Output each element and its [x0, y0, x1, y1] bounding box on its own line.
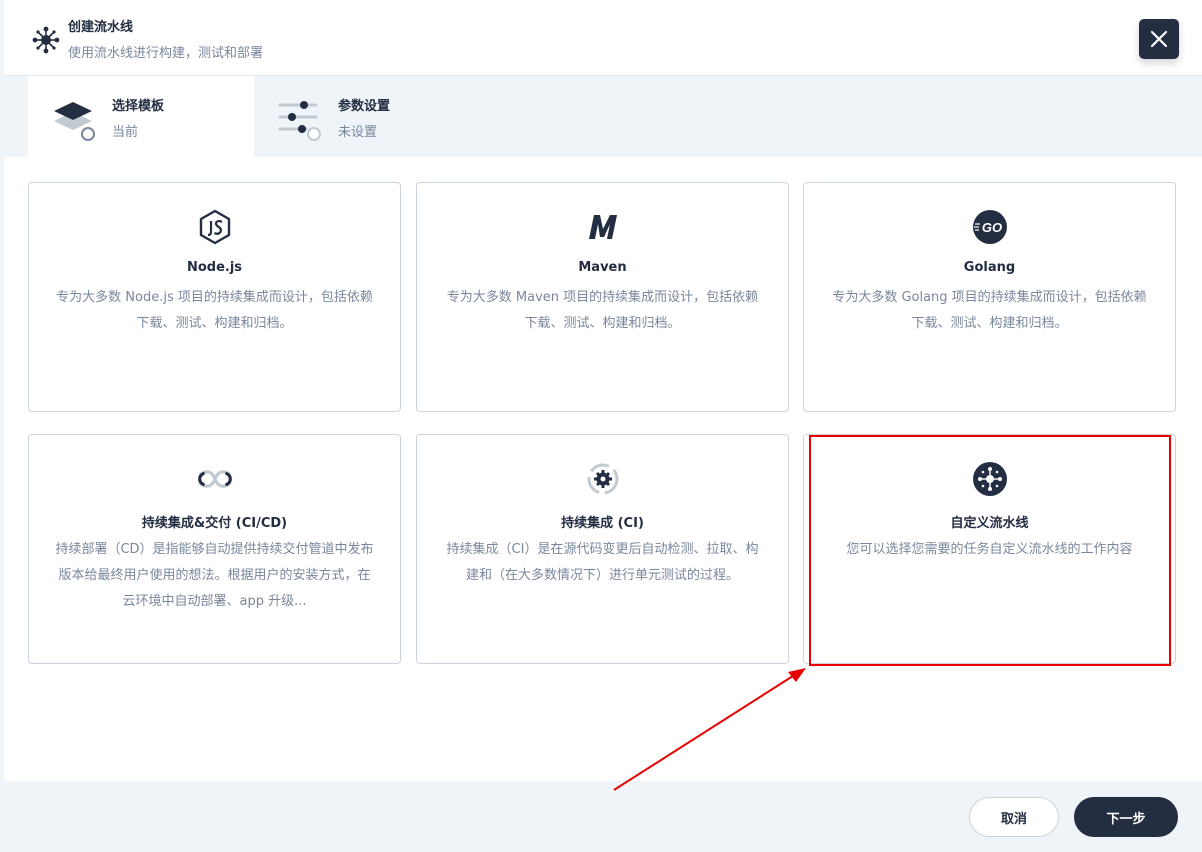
nodejs-icon — [197, 209, 233, 245]
pipeline-icon — [32, 26, 60, 54]
modal-title: 创建流水线 — [68, 20, 134, 35]
template-title: Golang — [963, 260, 1016, 275]
cancel-button[interactable]: 取消 — [969, 797, 1059, 837]
step-select-template[interactable]: 选择模板 当前 — [28, 76, 254, 157]
next-step-button[interactable]: 下一步 — [1074, 797, 1178, 837]
template-title: 持续集成&交付 (CI/CD) — [141, 516, 288, 531]
template-card-golang[interactable]: GO Golang 专为大多数 Golang 项目的持续集成而设计，包括依赖下载… — [803, 182, 1176, 412]
template-card-ci[interactable]: 持续集成 (CI) 持续集成（CI）是在源代码变更后自动检测、拉取、构建和（在大… — [416, 434, 789, 664]
infinity-icon — [197, 461, 233, 497]
golang-icon: GO — [972, 209, 1008, 245]
modal-description: 使用流水线进行构建，测试和部署 — [68, 46, 264, 61]
template-description: 专为大多数 Golang 项目的持续集成而设计，包括依赖下载、测试、构建和归档。 — [832, 290, 1147, 331]
template-description: 专为大多数 Node.js 项目的持续集成而设计，包括依赖下载、测试、构建和归档… — [56, 290, 373, 331]
template-description: 您可以选择您需要的任务自定义流水线的工作内容 — [846, 542, 1133, 557]
sliders-icon — [278, 101, 321, 141]
template-description: 专为大多数 Maven 项目的持续集成而设计，包括依赖下载、测试、构建和归档。 — [446, 290, 759, 331]
template-title: 持续集成 (CI) — [561, 516, 644, 531]
template-title: Node.js — [186, 260, 243, 275]
layers-icon — [54, 102, 95, 141]
template-card-nodejs[interactable]: Node.js 专为大多数 Node.js 项目的持续集成而设计，包括依赖下载、… — [28, 182, 401, 412]
step-status: 当前 — [112, 125, 139, 140]
template-description: 持续部署（CD）是指能够自动提供持续交付管道中发布版本给最终用户使用的想法。根据… — [55, 542, 374, 609]
close-button[interactable] — [1139, 19, 1179, 59]
step-title: 参数设置 — [338, 99, 391, 114]
step-title: 选择模板 — [112, 99, 165, 114]
golang-icon-text: GO — [981, 220, 1001, 235]
template-description: 持续集成（CI）是在源代码变更后自动检测、拉取、构建和（在大多数情况下）进行单元… — [446, 542, 759, 583]
template-grid: Node.js 专为大多数 Node.js 项目的持续集成而设计，包括依赖下载、… — [4, 157, 1202, 781]
create-pipeline-modal: 创建流水线 使用流水线进行构建，测试和部署 选择模板 当前 参数设置 未设置 N… — [4, 0, 1202, 852]
step-status: 未设置 — [338, 125, 378, 140]
template-title: Maven — [578, 260, 627, 275]
close-icon — [1150, 30, 1168, 48]
template-card-cicd[interactable]: 持续集成&交付 (CI/CD) 持续部署（CD）是指能够自动提供持续交付管道中发… — [28, 434, 401, 664]
modal-header: 创建流水线 使用流水线进行构建，测试和部署 — [4, 0, 1202, 76]
pipeline-icon — [972, 461, 1008, 497]
gear-icon — [585, 461, 621, 497]
maven-icon — [585, 209, 621, 245]
step-parameter-settings[interactable]: 参数设置 未设置 — [254, 76, 480, 157]
modal-footer: 取消 下一步 — [4, 781, 1202, 852]
step-bar: 选择模板 当前 参数设置 未设置 — [4, 76, 1202, 157]
template-card-custom[interactable]: 自定义流水线 您可以选择您需要的任务自定义流水线的工作内容 — [803, 434, 1176, 664]
template-title: 自定义流水线 — [950, 516, 1029, 531]
template-card-maven[interactable]: Maven 专为大多数 Maven 项目的持续集成而设计，包括依赖下载、测试、构… — [416, 182, 789, 412]
